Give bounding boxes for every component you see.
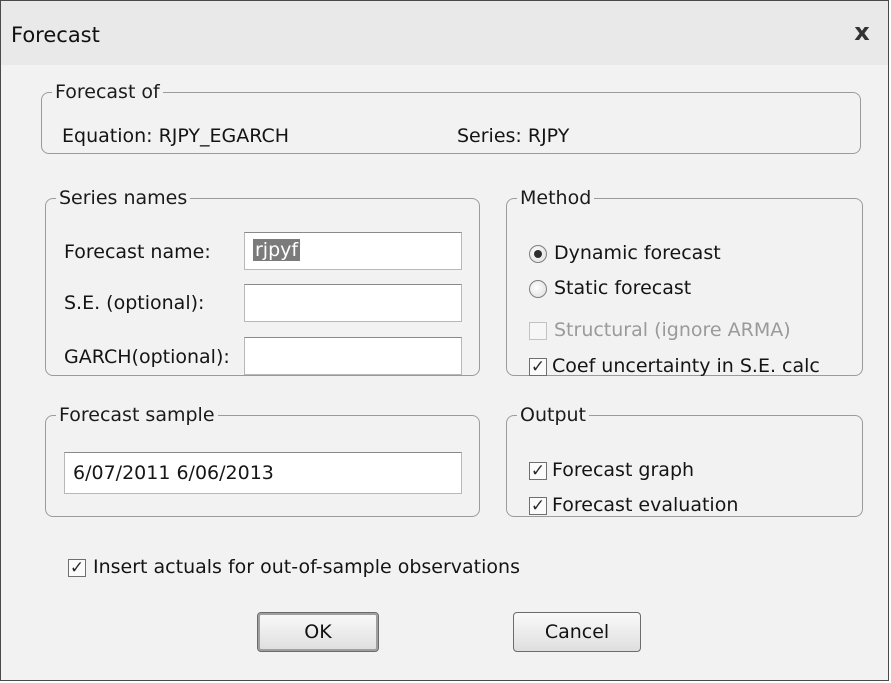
cancel-button[interactable]: Cancel bbox=[513, 612, 641, 652]
forecast-of-legend: Forecast of bbox=[55, 81, 160, 103]
dialog-title: Forecast bbox=[11, 23, 100, 47]
equation-label: Equation: RJPY_EGARCH bbox=[62, 125, 290, 147]
series-label: Series: RJPY bbox=[457, 125, 570, 147]
title-bar[interactable]: Forecast x bbox=[1, 1, 888, 65]
output-group: Output ✓ Forecast graph ✓ Forecast evalu… bbox=[506, 405, 863, 517]
output-legend: Output bbox=[520, 404, 586, 426]
dynamic-forecast-label[interactable]: Dynamic forecast bbox=[554, 242, 721, 264]
garch-input[interactable] bbox=[244, 337, 462, 375]
coef-uncertainty-checkbox[interactable]: ✓ bbox=[529, 358, 547, 376]
forecast-evaluation-checkbox[interactable]: ✓ bbox=[529, 497, 547, 515]
method-legend: Method bbox=[520, 187, 592, 209]
forecast-name-label: Forecast name: bbox=[64, 241, 211, 263]
insert-actuals-label[interactable]: Insert actuals for out-of-sample observa… bbox=[93, 556, 520, 578]
close-icon[interactable]: x bbox=[850, 19, 874, 45]
se-label: S.E. (optional): bbox=[64, 292, 205, 314]
structural-checkbox[interactable] bbox=[529, 322, 547, 340]
coef-uncertainty-label[interactable]: Coef uncertainty in S.E. calc bbox=[552, 355, 820, 377]
forecast-name-value: rjpyf bbox=[253, 239, 301, 261]
dialog-body: Forecast of Equation: RJPY_EGARCH Series… bbox=[15, 65, 880, 674]
method-group: Method Dynamic forecast Static forecast … bbox=[506, 187, 863, 377]
forecast-sample-legend: Forecast sample bbox=[59, 404, 215, 426]
forecast-evaluation-label[interactable]: Forecast evaluation bbox=[552, 494, 738, 516]
forecast-name-input[interactable]: rjpyf bbox=[244, 232, 462, 270]
static-forecast-radio[interactable] bbox=[529, 280, 547, 298]
forecast-of-group: Forecast of Equation: RJPY_EGARCH Series… bbox=[41, 82, 861, 154]
ok-button[interactable]: OK bbox=[257, 612, 379, 652]
garch-label: GARCH(optional): bbox=[64, 346, 230, 368]
forecast-sample-group: Forecast sample 6/07/2011 6/06/2013 bbox=[45, 405, 480, 517]
se-input[interactable] bbox=[244, 284, 462, 322]
forecast-dialog: Forecast x Forecast of Equation: RJPY_EG… bbox=[0, 0, 889, 681]
insert-actuals-checkbox[interactable]: ✓ bbox=[68, 559, 86, 577]
forecast-graph-label[interactable]: Forecast graph bbox=[552, 459, 694, 481]
static-forecast-label[interactable]: Static forecast bbox=[554, 277, 691, 299]
forecast-sample-input[interactable]: 6/07/2011 6/06/2013 bbox=[64, 452, 462, 494]
forecast-graph-checkbox[interactable]: ✓ bbox=[529, 462, 547, 480]
dynamic-forecast-radio[interactable] bbox=[529, 245, 547, 263]
series-names-group: Series names Forecast name: rjpyf S.E. (… bbox=[45, 188, 480, 376]
structural-label: Structural (ignore ARMA) bbox=[554, 319, 791, 341]
series-names-legend: Series names bbox=[59, 187, 188, 209]
